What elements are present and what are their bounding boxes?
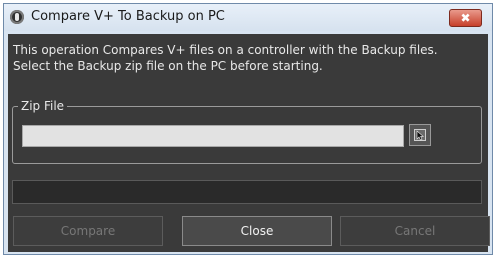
window-close-button[interactable]: ✖ <box>449 9 482 27</box>
browse-cursor-icon <box>414 129 426 141</box>
title-bar[interactable]: Compare V+ To Backup on PC ✖ <box>4 4 492 31</box>
zip-file-group: Zip File <box>12 99 482 164</box>
description-line-2: Select the Backup zip file on the PC bef… <box>13 59 323 73</box>
cancel-button[interactable]: Cancel <box>340 216 490 246</box>
close-button[interactable]: Close <box>182 216 332 246</box>
description: This operation Compares V+ files on a co… <box>13 42 483 74</box>
zip-file-group-label: Zip File <box>18 99 68 113</box>
app-logo-icon <box>10 10 24 24</box>
compare-dialog: Compare V+ To Backup on PC ✖ This operat… <box>3 3 493 255</box>
progress-bar <box>12 180 482 204</box>
compare-button[interactable]: Compare <box>13 216 163 246</box>
window-title: Compare V+ To Backup on PC <box>31 9 225 24</box>
dialog-body: This operation Compares V+ files on a co… <box>8 34 490 252</box>
zip-file-path-input[interactable] <box>22 125 404 147</box>
browse-button[interactable] <box>409 124 431 146</box>
description-line-1: This operation Compares V+ files on a co… <box>13 43 438 57</box>
